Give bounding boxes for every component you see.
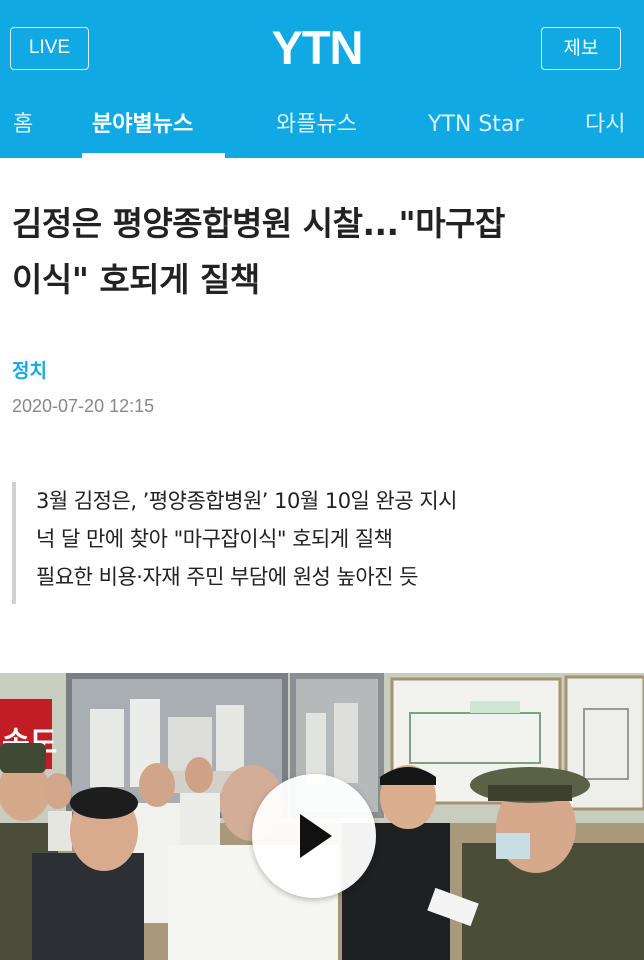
article-category-link[interactable]: 정치 xyxy=(12,356,47,383)
app-header: LIVE YTN 제보 홈 분야별뉴스 와플뉴스 YTN Star 다시 xyxy=(0,0,644,158)
live-button[interactable]: LIVE xyxy=(10,27,89,70)
video-play-button[interactable] xyxy=(252,774,376,898)
play-icon xyxy=(300,814,332,858)
category-nav: 홈 분야별뉴스 와플뉴스 YTN Star 다시 xyxy=(0,96,644,158)
ytn-logo[interactable]: YTN xyxy=(252,20,382,75)
nav-item-waffle-news[interactable]: 와플뉴스 xyxy=(276,96,357,158)
article-title-line-1: 김정은 평양종합병원 시찰..."마구잡 xyxy=(12,204,505,243)
summary-line: 넉 달 만에 찾아 "마구잡이식" 호되게 질책 xyxy=(36,527,393,551)
summary-line: 필요한 비용·자재 주민 부담에 원성 높아진 듯 xyxy=(36,565,419,589)
nav-item-ytn-star[interactable]: YTN Star xyxy=(428,96,523,158)
nav-item-home[interactable]: 홈 xyxy=(13,96,33,158)
active-tab-indicator xyxy=(82,153,225,158)
nav-item-replay[interactable]: 다시 xyxy=(585,96,625,158)
article-title: 김정은 평양종합병원 시찰..."마구잡 이식" 호되게 질책 xyxy=(12,196,622,308)
report-button[interactable]: 제보 xyxy=(541,27,621,70)
article-date: 2020-07-20 12:15 xyxy=(12,396,155,416)
summary-line: 3월 김정은, ’평양종합병원’ 10월 10일 완공 지시 xyxy=(36,489,458,513)
article-summary: 3월 김정은, ’평양종합병원’ 10월 10일 완공 지시 넉 달 만에 찾아… xyxy=(12,482,612,604)
article-title-line-2: 이식" 호되게 질책 xyxy=(12,260,260,299)
nav-item-section-news[interactable]: 분야별뉴스 xyxy=(92,96,193,158)
